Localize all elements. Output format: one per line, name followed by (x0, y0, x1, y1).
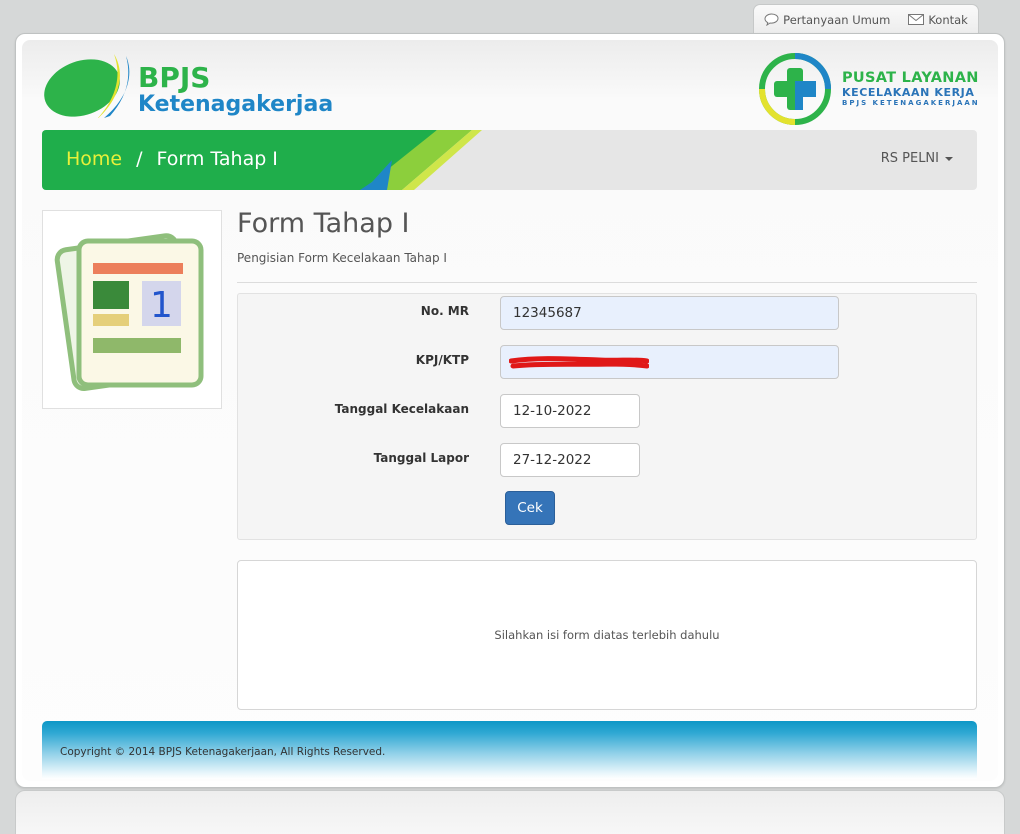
page-subtitle: Pengisian Form Kecelakaan Tahap I (237, 251, 447, 265)
breadcrumb-separator: / (136, 148, 143, 170)
form-number: 1 (150, 285, 173, 326)
faq-link[interactable]: Pertanyaan Umum (764, 13, 890, 27)
partner-line-3: BPJS KETENAGAKERJAAN (842, 99, 980, 108)
breadcrumb-bar: Home / Form Tahap I RS PELNI (42, 130, 977, 190)
no-mr-label: No. MR (420, 304, 469, 318)
tanggal-lapor-label: Tanggal Lapor (373, 451, 469, 465)
breadcrumb: Home / Form Tahap I (66, 148, 278, 170)
divider (237, 282, 977, 283)
envelope-icon (908, 14, 925, 25)
kpj-ktp-input[interactable] (500, 345, 839, 379)
brand-name-bottom: Ketenagakerjaan (138, 92, 332, 117)
footer: Copyright © 2014 BPJS Ketenagakerjaan, A… (42, 721, 977, 779)
bpjs-logo[interactable]: BPJS Ketenagakerjaan (42, 52, 349, 122)
top-links: Pertanyaan Umum Kontak (753, 4, 979, 34)
page-title: Form Tahap I (237, 208, 410, 239)
breadcrumb-home-link[interactable]: Home (66, 148, 122, 170)
user-menu-dropdown[interactable]: RS PELNI (881, 151, 953, 166)
breadcrumb-current: Form Tahap I (156, 148, 278, 170)
form-document-icon: 1 (54, 233, 204, 391)
bottom-strip (15, 790, 1005, 834)
faq-label: Pertanyaan Umum (783, 12, 891, 27)
partner-line-2: KECELAKAAN KERJA (842, 86, 975, 100)
speech-bubble-icon (764, 13, 779, 26)
medical-cross-icon (759, 53, 831, 125)
tanggal-lapor-input[interactable]: 27-12-2022 (500, 443, 640, 477)
contact-link[interactable]: Kontak (908, 13, 968, 27)
form-panel: No. MR 12345687 KPJ/KTP Tanggal Kecelaka… (237, 293, 977, 540)
kpj-ktp-label: KPJ/KTP (415, 353, 469, 367)
cek-button[interactable]: Cek (505, 491, 555, 525)
brand-name-top: BPJS (138, 61, 210, 94)
tanggal-kecelakaan-input[interactable]: 12-10-2022 (500, 394, 640, 428)
result-message: Silahkan isi form diatas terlebih dahulu (494, 628, 720, 642)
form-illustration: 1 (42, 210, 222, 409)
no-mr-input[interactable]: 12345687 (500, 296, 839, 330)
caret-down-icon (945, 156, 953, 161)
pusat-layanan-logo: PUSAT LAYANAN KECELAKAAN KERJA BPJS KETE… (758, 52, 980, 126)
partner-line-1: PUSAT LAYANAN (842, 69, 979, 86)
copyright-text: Copyright © 2014 BPJS Ketenagakerjaan, A… (60, 746, 386, 758)
tanggal-kecelakaan-label: Tanggal Kecelakaan (334, 402, 469, 416)
redaction-scribble (509, 356, 649, 369)
contact-label: Kontak (928, 12, 968, 27)
result-panel: Silahkan isi form diatas terlebih dahulu (237, 560, 977, 710)
user-menu-label: RS PELNI (880, 151, 939, 166)
